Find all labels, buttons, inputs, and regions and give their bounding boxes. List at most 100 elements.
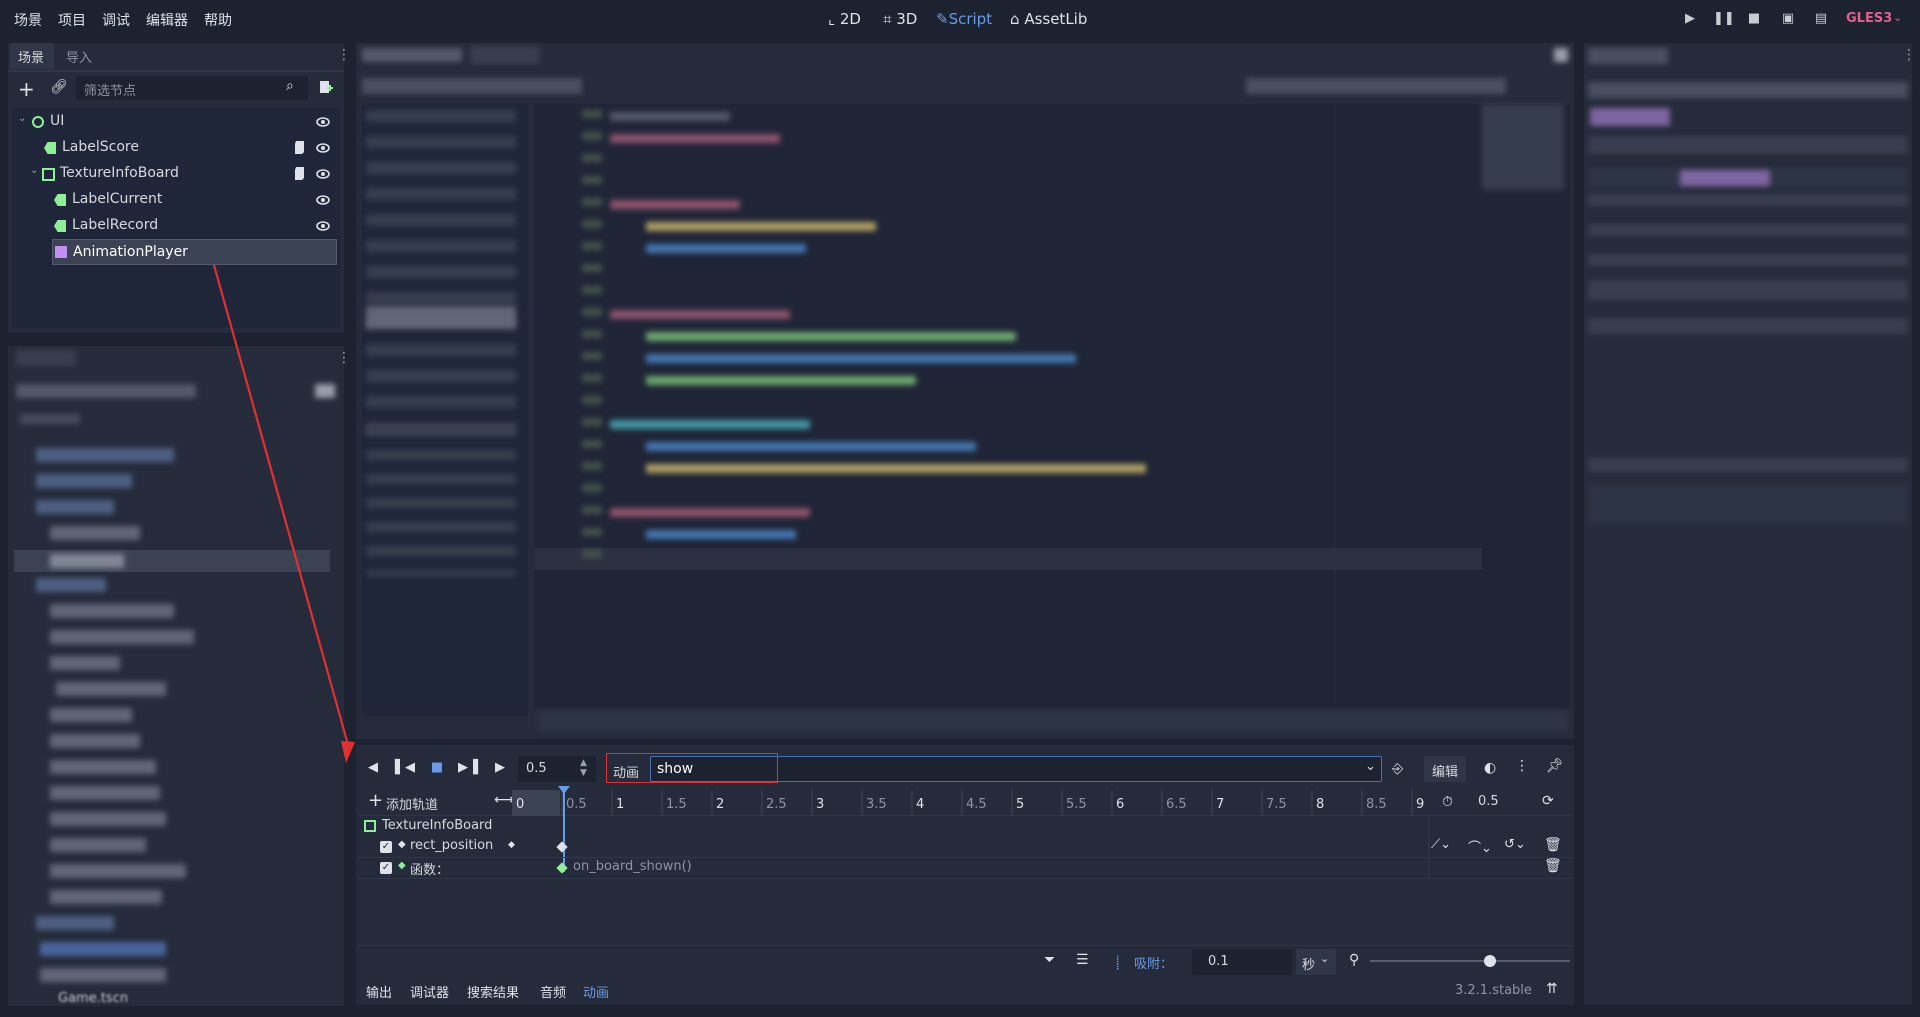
ruler-label: 6: [1116, 797, 1124, 812]
more-options-icon[interactable]: ⋮: [1515, 758, 1529, 774]
script-icon[interactable]: [294, 140, 306, 155]
ruler-label: 5: [1016, 797, 1024, 812]
visibility-eye-icon[interactable]: [316, 141, 330, 155]
tab-animation[interactable]: 动画: [583, 982, 609, 1001]
ruler-label: 3.5: [866, 797, 887, 812]
tree-node-textureinfoboard[interactable]: ⌄ TextureInfoBoard: [14, 161, 338, 187]
play-from-start-button[interactable]: ▶▐: [458, 760, 478, 780]
tab-scene[interactable]: 场景: [10, 43, 54, 69]
tree-node-animationplayer[interactable]: AnimationPlayer: [52, 239, 337, 265]
inspector-filter: [1588, 136, 1908, 154]
stop-animation-button[interactable]: ■: [427, 760, 447, 780]
divider: [8, 70, 344, 72]
track-enable-checkbox[interactable]: ✓: [380, 841, 392, 853]
collapse-arrow-icon[interactable]: ⌄: [30, 165, 38, 176]
panel-expand-icon[interactable]: ⇈: [1546, 981, 1558, 997]
label-icon: [54, 220, 66, 232]
delete-track-icon[interactable]: 🗑︎: [1544, 858, 1562, 874]
visibility-eye-icon[interactable]: [316, 115, 330, 129]
script-icon[interactable]: [294, 166, 306, 181]
add-track-button[interactable]: + 添加轨道: [368, 790, 508, 813]
update-mode-icon[interactable]: ⟋⌄: [1431, 837, 1451, 852]
delete-track-icon[interactable]: 🗑︎: [1544, 837, 1562, 853]
play-scene-icon[interactable]: ▣: [1779, 11, 1797, 29]
code-area[interactable]: [534, 104, 1570, 708]
snap-unit-select[interactable]: 秒 ⌄: [1296, 949, 1336, 975]
track-enable-checkbox[interactable]: ✓: [380, 862, 392, 874]
track-row-rect-position[interactable]: ✓ ◆ rect_position ◆ ⟋⌄ ⌒⌄ ↺⌄ 🗑︎: [358, 837, 1572, 858]
play-backwards-from-end-button[interactable]: ▌◀: [395, 760, 415, 780]
list-view-icon[interactable]: ☰: [1076, 952, 1089, 968]
filesystem-row: [50, 890, 162, 904]
workspace-3d-button[interactable]: ⌗ 3D: [883, 10, 917, 28]
snap-value-input[interactable]: 0.1: [1192, 949, 1292, 975]
zoom-slider[interactable]: [1370, 955, 1570, 967]
menu-editor[interactable]: 编辑器: [146, 10, 188, 30]
snap-icon[interactable]: ⸽: [1116, 953, 1119, 971]
animation-edit-button[interactable]: 编辑: [1424, 756, 1466, 782]
tab-audio[interactable]: 音频: [540, 982, 566, 1001]
onion-skin-icon[interactable]: ◐: [1484, 760, 1496, 776]
snap-label: 吸附：: [1134, 957, 1174, 972]
tree-node-labelrecord[interactable]: LabelRecord: [14, 213, 338, 239]
track-name: 函数：: [410, 863, 450, 878]
loop-wrap-icon[interactable]: ↺⌄: [1504, 837, 1526, 852]
menu-scene[interactable]: 场景: [14, 10, 42, 30]
autoplay-icon[interactable]: ⎆: [1392, 761, 1403, 777]
function-key-name: on_board_shown(): [573, 859, 692, 874]
animation-time-input[interactable]: 0.5 ▲ ▼: [518, 756, 596, 782]
tab-debugger[interactable]: 调试器: [410, 982, 449, 1001]
add-node-button[interactable]: +: [18, 77, 35, 101]
ruler-label: 7: [1216, 797, 1224, 812]
menu-debug[interactable]: 调试: [102, 10, 130, 30]
track-row-function[interactable]: ✓ ◆ 函数： on_board_shown() 🗑︎: [358, 858, 1572, 879]
attach-script-icon[interactable]: [318, 79, 334, 95]
animation-length-input[interactable]: 0.5: [1478, 794, 1499, 809]
filter-icon[interactable]: ⏷: [1044, 952, 1055, 968]
timeline-ruler[interactable]: 0 0.5 1 1.5 2 2.5 3 3.5 4 4.5 5 5.5 6 6.5 7 7.5 8 8.5 9: [512, 790, 1426, 816]
spinner-icon[interactable]: ▲ ▼: [580, 758, 587, 778]
pin-icon[interactable]: 📌︎: [1546, 758, 1564, 774]
loop-icon[interactable]: ⟳: [1542, 793, 1554, 809]
ruler-label: 0.5: [566, 797, 587, 812]
menu-help[interactable]: 帮助: [204, 10, 232, 30]
keyframe[interactable]: [556, 841, 568, 853]
play-custom-scene-icon[interactable]: ▤: [1812, 11, 1830, 29]
renderer-select[interactable]: GLES3: [1846, 11, 1892, 26]
function-keyframe[interactable]: [556, 862, 568, 874]
tab-output[interactable]: 输出: [366, 982, 392, 1001]
filesystem-row: [50, 786, 160, 800]
insert-key-icon[interactable]: ◆: [508, 840, 515, 850]
dock-menu-icon[interactable]: ⋮: [337, 350, 351, 366]
workspace-assetlib-button[interactable]: ⌂ AssetLib: [1010, 10, 1087, 28]
filesystem-row: [40, 942, 166, 956]
play-animation-button[interactable]: ▶: [490, 760, 510, 780]
zoom-slider-knob[interactable]: [1484, 955, 1496, 967]
pause-button[interactable]: ❚❚: [1713, 11, 1735, 29]
interpolation-icon[interactable]: ⌒⌄: [1468, 837, 1492, 856]
play-button[interactable]: ▶: [1681, 11, 1699, 29]
filesystem-row: [36, 578, 106, 592]
tree-node-ui[interactable]: ⌄ UI: [14, 109, 338, 135]
stop-button[interactable]: ■: [1745, 11, 1763, 29]
filter-nodes-input[interactable]: 筛选节点 ⌕: [76, 76, 308, 100]
menu-project[interactable]: 项目: [58, 10, 86, 30]
filesystem-item-game-tscn[interactable]: Game.tscn: [58, 991, 128, 1006]
link-icon[interactable]: 🔗︎: [50, 79, 68, 95]
tab-search-results[interactable]: 搜索结果: [467, 982, 519, 1001]
label-icon: [54, 194, 66, 206]
play-backwards-button[interactable]: ◀: [363, 760, 383, 780]
visibility-eye-icon[interactable]: [316, 193, 330, 207]
tree-node-labelscore[interactable]: LabelScore: [14, 135, 338, 161]
ruler-label: 8: [1316, 797, 1324, 812]
visibility-eye-icon[interactable]: [316, 219, 330, 233]
dock-menu-icon[interactable]: ⋮: [1902, 47, 1916, 63]
workspace-script-button[interactable]: ✎Script: [936, 10, 992, 28]
workspace-2d-button[interactable]: ⌞ 2D: [828, 10, 861, 28]
distraction-free-icon[interactable]: [1554, 48, 1568, 62]
visibility-eye-icon[interactable]: [316, 167, 330, 181]
tree-node-labelcurrent[interactable]: LabelCurrent: [14, 187, 338, 213]
collapse-arrow-icon[interactable]: ⌄: [18, 113, 26, 124]
dock-menu-icon[interactable]: ⋮: [337, 47, 351, 63]
tab-import[interactable]: 导入: [66, 47, 92, 66]
